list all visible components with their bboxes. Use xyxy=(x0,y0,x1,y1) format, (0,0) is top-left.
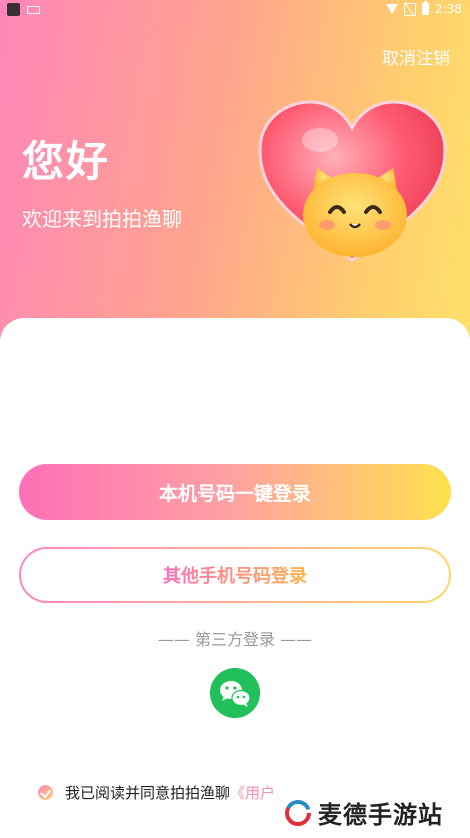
other-phone-login-button[interactable]: 其他手机号码登录 xyxy=(19,547,451,603)
no-signal-icon xyxy=(404,2,417,16)
third-party-login-divider: —— 第三方登录 —— xyxy=(157,630,313,649)
agreement-row: 我已阅读并同意拍拍渔聊 《用户 xyxy=(38,782,275,803)
status-time: 2:38 xyxy=(435,2,462,16)
battery-icon xyxy=(422,1,430,15)
app-notification-icon xyxy=(7,3,20,16)
watermark-logo-icon xyxy=(285,799,311,826)
watermark-text: 麦德手游站 xyxy=(318,801,443,829)
welcome-subtitle: 欢迎来到拍拍渔聊 xyxy=(22,207,182,231)
agreement-text: 我已阅读并同意拍拍渔聊 xyxy=(65,784,231,802)
sim-card-icon xyxy=(27,6,40,14)
watermark: 麦德手游站 xyxy=(282,793,449,832)
wifi-icon xyxy=(386,4,399,14)
user-agreement-link[interactable]: 《用户 xyxy=(230,782,275,803)
one-key-login-button[interactable]: 本机号码一键登录 xyxy=(19,464,451,520)
greeting-title: 您好 xyxy=(22,137,111,186)
heart-cat-mascot-icon xyxy=(258,100,447,262)
cancel-deregistration-button[interactable]: 取消注销 xyxy=(382,44,450,69)
agreement-checkbox[interactable] xyxy=(38,785,53,800)
status-bar: 2:38 xyxy=(0,0,470,22)
other-phone-login-label: 其他手机号码登录 xyxy=(163,562,307,588)
wechat-login-icon[interactable] xyxy=(210,668,260,718)
